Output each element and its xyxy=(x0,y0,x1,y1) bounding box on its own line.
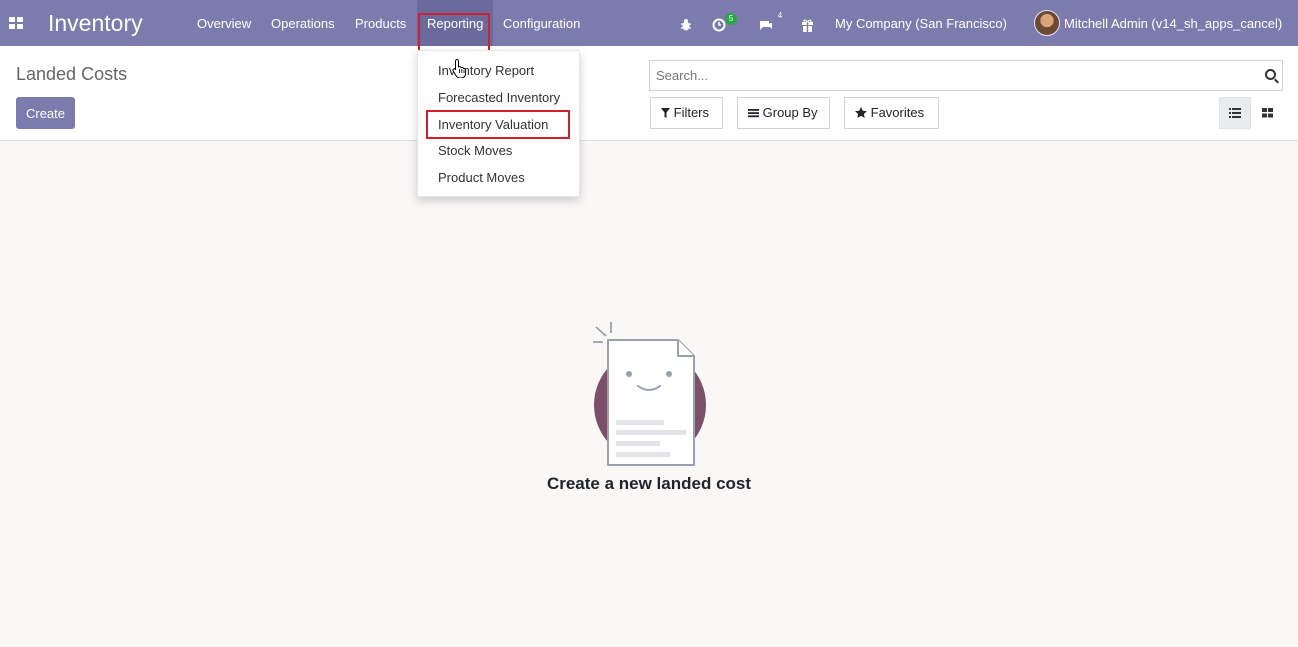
top-navbar: Inventory Overview Operations Products R… xyxy=(0,0,1298,46)
apps-grid-icon[interactable] xyxy=(9,17,23,29)
search-input[interactable] xyxy=(656,68,1236,83)
inventory-valuation-highlight xyxy=(426,110,570,139)
hand-cursor-icon xyxy=(452,58,468,83)
user-menu[interactable]: Mitchell Admin (v14_sh_apps_cancel) xyxy=(1064,0,1282,46)
kanban-icon xyxy=(1262,108,1273,118)
messages-badge: 4 xyxy=(777,11,783,20)
dropdown-stock-moves[interactable]: Stock Moves xyxy=(438,141,512,161)
menu-configuration[interactable]: Configuration xyxy=(503,0,580,46)
reporting-highlight xyxy=(418,13,490,53)
group-by-label: Group By xyxy=(762,105,818,120)
menu-operations[interactable]: Operations xyxy=(271,0,335,46)
activity-clock-icon[interactable]: 5 xyxy=(712,0,737,46)
chat-icon[interactable]: 4 xyxy=(759,0,782,46)
list-view-button[interactable] xyxy=(1219,97,1251,129)
menu-products[interactable]: Products xyxy=(355,0,406,46)
filters-label: Filters xyxy=(673,105,710,120)
dropdown-product-moves[interactable]: Product Moves xyxy=(438,168,525,188)
search-box xyxy=(649,60,1283,91)
create-button[interactable]: Create xyxy=(16,97,75,129)
filter-icon xyxy=(661,108,670,118)
star-icon xyxy=(855,107,867,118)
favorites-label: Favorites xyxy=(870,105,925,120)
list-icon xyxy=(1229,108,1241,118)
bars-icon xyxy=(748,109,759,118)
app-name[interactable]: Inventory xyxy=(48,10,143,37)
favorites-button[interactable]: Favorites xyxy=(844,97,939,129)
gift-icon[interactable] xyxy=(801,0,814,46)
activity-badge: 5 xyxy=(725,13,737,25)
empty-state-title: Create a new landed cost xyxy=(546,474,752,493)
filters-button[interactable]: Filters xyxy=(650,97,723,129)
empty-document-illustration xyxy=(560,320,740,470)
bug-icon[interactable] xyxy=(680,0,692,46)
group-by-button[interactable]: Group By xyxy=(737,97,830,129)
kanban-view-button[interactable] xyxy=(1251,97,1283,129)
menu-overview[interactable]: Overview xyxy=(197,0,251,46)
company-switcher[interactable]: My Company (San Francisco) xyxy=(835,0,1007,46)
control-panel: Landed Costs Create Filters Group By Fav… xyxy=(0,46,1298,141)
breadcrumb: Landed Costs xyxy=(16,64,128,84)
dropdown-forecasted-inventory[interactable]: Forecasted Inventory xyxy=(438,88,560,108)
user-avatar[interactable] xyxy=(1034,10,1060,36)
search-icon[interactable] xyxy=(1265,69,1276,80)
